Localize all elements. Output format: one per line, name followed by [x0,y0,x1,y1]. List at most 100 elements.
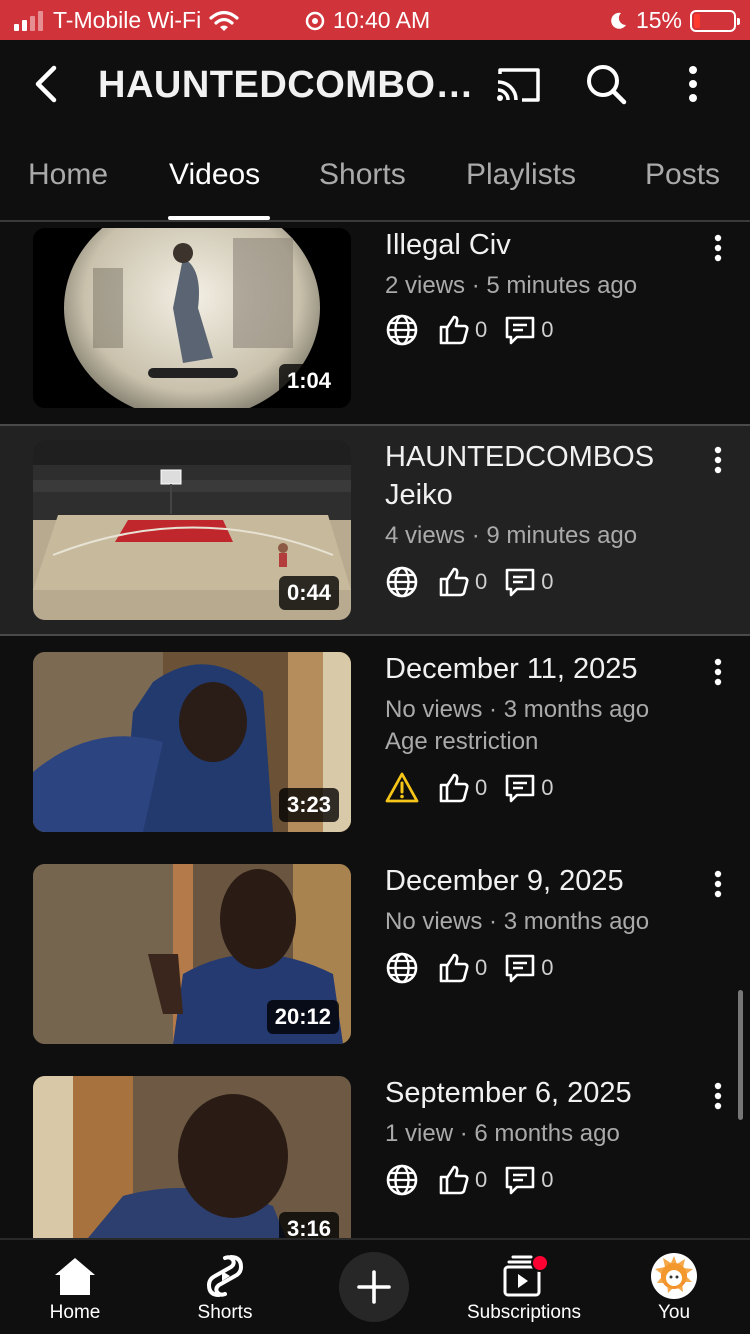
video-meta: No views · 3 months ago [385,908,650,935]
moon-icon [611,12,626,29]
scrollbar[interactable] [738,990,743,1120]
like-count: 0 [475,955,488,980]
comment-count: 0 [541,569,554,594]
status-bar: T-Mobile Wi-Fi 10:40 AM 15% [0,0,750,40]
video-more-icon[interactable] [706,866,730,906]
thumbs-up-icon [439,315,469,345]
subscriptions-icon [503,1254,549,1297]
video-meta: 1 view · 6 months ago [385,1120,620,1147]
video-more-icon[interactable] [706,654,730,694]
channel-tabs: Home Videos Shorts Playlists Posts [0,130,750,222]
video-thumbnail[interactable]: 3:16 [33,1076,351,1238]
comment-icon [505,568,535,597]
bottom-navigation: Home Shorts Subscriptions You [0,1238,750,1334]
channel-title: HAUNTEDCOMBO… [98,64,474,106]
comment-icon [505,954,535,983]
nav-shorts-label: Shorts [197,1302,253,1323]
video-stats: 0 0 [385,312,554,348]
more-icon[interactable] [680,64,706,104]
age-restriction-label: Age restriction [385,728,539,755]
video-more-icon[interactable] [706,1078,730,1118]
create-button[interactable] [339,1252,409,1322]
video-row[interactable]: 3:16 September 6, 2025 1 view · 6 months… [0,1062,750,1238]
video-duration: 3:16 [278,1212,339,1238]
shorts-icon [206,1255,244,1297]
video-thumbnail[interactable]: 20:12 [33,864,351,1044]
like-count: 0 [475,775,488,800]
thumbs-up-icon [439,1165,469,1195]
alarm-icon [305,11,325,30]
active-tab-indicator [168,216,270,220]
nav-you-label: You [657,1302,691,1323]
globe-icon [386,314,418,346]
globe-icon [386,566,418,598]
like-count: 0 [475,317,488,342]
video-meta: 2 views · 5 minutes ago [385,272,638,299]
video-list[interactable]: 1:04 Illegal Civ 2 views · 5 minutes ago… [0,222,750,1238]
avatar [651,1253,697,1299]
home-icon [55,1258,95,1295]
comment-count: 0 [541,1167,554,1192]
nav-you[interactable]: You [599,1250,749,1324]
video-title[interactable]: September 6, 2025 [385,1074,685,1112]
tab-home[interactable]: Home [28,158,108,192]
thumbs-up-icon [439,567,469,597]
tab-videos[interactable]: Videos [169,158,260,192]
video-row[interactable]: 1:04 Illegal Civ 2 views · 5 minutes ago… [0,222,750,434]
video-more-icon[interactable] [706,442,730,482]
carrier-label: T-Mobile Wi-Fi [53,7,202,33]
video-meta: No views · 3 months ago [385,696,650,723]
globe-icon [386,1164,418,1196]
globe-icon [386,952,418,984]
video-stats: 0 0 [385,564,554,600]
nav-home[interactable]: Home [0,1250,150,1324]
video-title[interactable]: Illegal Civ [385,226,685,264]
nav-subscriptions[interactable]: Subscriptions [449,1250,599,1324]
clock: 10:40 AM [333,7,431,33]
video-thumbnail[interactable]: 3:23 [33,652,351,832]
comment-count: 0 [541,955,554,980]
tab-shorts[interactable]: Shorts [319,158,406,192]
comment-count: 0 [541,317,554,342]
video-title[interactable]: December 11, 2025 [385,650,685,688]
nav-home-label: Home [49,1302,101,1323]
tab-playlists[interactable]: Playlists [466,158,576,192]
top-app-bar: HAUNTEDCOMBO… [0,40,750,130]
video-stats: 0 0 [385,1162,554,1198]
back-icon[interactable] [28,62,68,106]
thumbs-up-icon [439,953,469,983]
video-duration: 1:04 [278,364,339,398]
video-row[interactable]: 3:23 December 11, 2025 No views · 3 mont… [0,638,750,850]
video-stats: 0 0 [385,770,554,806]
wifi-icon [209,10,239,31]
video-more-icon[interactable] [706,230,730,270]
battery-icon [690,9,740,32]
warning-icon [385,772,419,803]
video-duration: 3:23 [278,788,339,822]
video-duration: 0:44 [278,576,339,610]
video-thumbnail[interactable]: 1:04 [33,228,351,408]
video-title[interactable]: December 9, 2025 [385,862,685,900]
comment-icon [505,316,535,345]
like-count: 0 [475,569,488,594]
like-count: 0 [475,1167,488,1192]
cast-icon[interactable] [494,64,542,104]
video-row[interactable]: 20:12 December 9, 2025 No views · 3 mont… [0,850,750,1062]
create-icon [357,1270,391,1304]
video-meta: 4 views · 9 minutes ago [385,522,638,549]
video-row[interactable]: 0:44 HAUNTEDCOMBOS Jeiko 4 views · 9 min… [0,424,750,636]
comment-count: 0 [541,775,554,800]
video-thumbnail[interactable]: 0:44 [33,440,351,620]
nav-subscriptions-label: Subscriptions [466,1302,582,1323]
video-title[interactable]: HAUNTEDCOMBOS Jeiko [385,438,685,514]
search-icon[interactable] [584,62,628,106]
thumbs-up-icon [439,773,469,803]
signal-icon [14,10,43,31]
comment-icon [505,1166,535,1195]
tab-posts[interactable]: Posts [645,158,720,192]
video-stats: 0 0 [385,950,554,986]
comment-icon [505,774,535,803]
video-duration: 20:12 [266,1000,339,1034]
battery-percent: 15% [635,7,682,33]
nav-shorts[interactable]: Shorts [150,1250,300,1324]
